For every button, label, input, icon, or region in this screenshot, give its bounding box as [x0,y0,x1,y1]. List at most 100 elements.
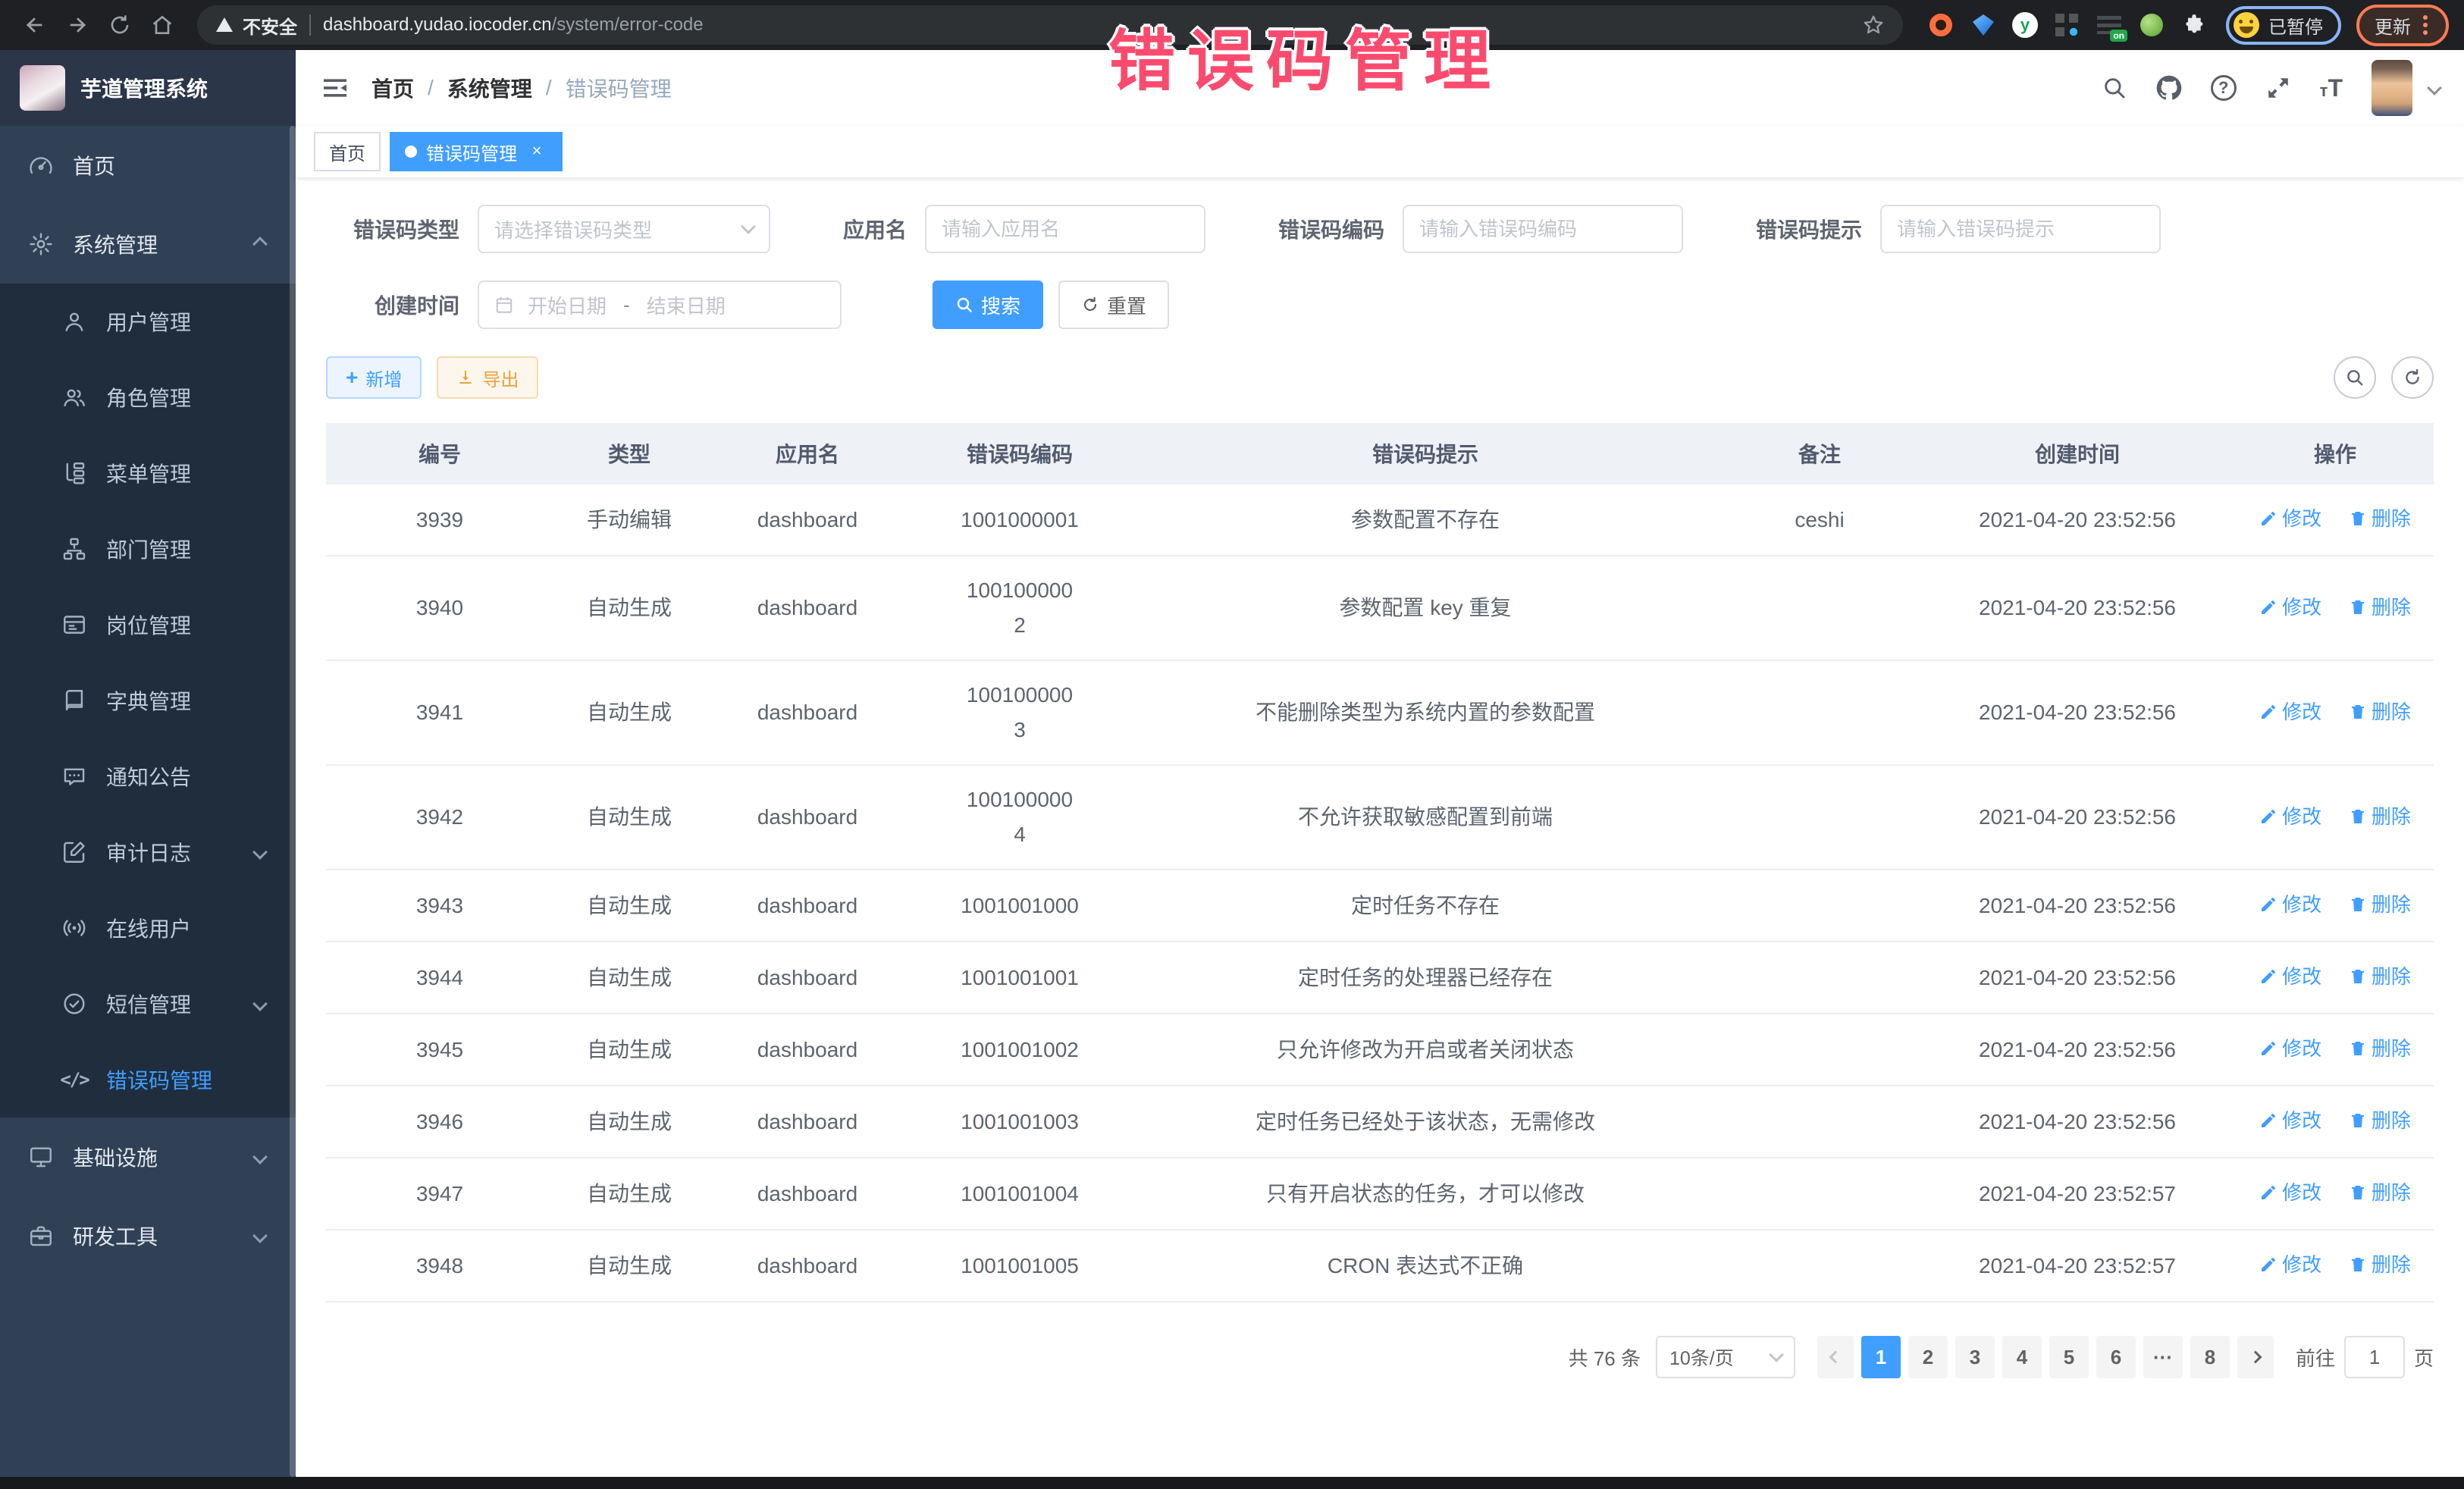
sidebar-item[interactable]: 短信管理 [0,966,296,1042]
reset-button[interactable]: 重置 [1058,281,1169,329]
page-button[interactable]: 1 [1861,1336,1901,1378]
extensions-area: y on [1927,11,2208,39]
delete-link[interactable]: 删除 [2349,590,2411,625]
sidebar-item[interactable]: 角色管理 [0,359,296,435]
edit-link[interactable]: 修改 [2259,590,2321,625]
delete-link[interactable]: 删除 [2349,501,2411,536]
puzzle-extensions-icon[interactable] [2180,11,2208,39]
edit-link[interactable]: 修改 [2259,799,2321,834]
breadcrumb-system[interactable]: 系统管理 [447,73,532,103]
sidebar-item[interactable]: 菜单管理 [0,435,296,511]
user-avatar[interactable] [2372,60,2412,116]
goto-page-input[interactable] [2344,1336,2405,1378]
sidebar-item[interactable]: 用户管理 [0,284,296,359]
adblock-extension-icon[interactable] [1927,11,1955,39]
sidebar-item[interactable]: 研发工具 [0,1196,296,1275]
delete-link[interactable]: 删除 [2349,1247,2411,1282]
refresh-table-button[interactable] [2391,356,2434,399]
delete-link[interactable]: 删除 [2349,1175,2411,1210]
create-time-label: 创建时间 [326,290,459,320]
sidebar-item[interactable]: 基础设施 [0,1118,296,1196]
col-time: 创建时间 [1918,423,2237,484]
sidebar-item[interactable]: 在线用户 [0,890,296,966]
security-chip[interactable]: 不安全 [215,12,297,39]
reload-icon[interactable] [100,5,140,45]
toolbox-icon [27,1222,55,1249]
delete-link[interactable]: 删除 [2349,1103,2411,1138]
header-search-icon[interactable] [2102,75,2127,101]
font-size-icon[interactable]: тT [2320,74,2343,102]
edit-icon [61,839,88,866]
page-button[interactable]: 3 [1955,1336,1995,1378]
cell-code: 1001001002 [910,1014,1130,1086]
edit-link[interactable]: 修改 [2259,1103,2321,1138]
delete-link[interactable]: 删除 [2349,694,2411,729]
url-bar[interactable]: 不安全 dashboard.yudao.iocoder.cn/system/er… [197,5,1903,45]
blocks-extension-icon[interactable] [2053,11,2080,39]
app-logo[interactable]: 芋道管理系统 [0,50,296,126]
page-button[interactable]: ··· [2143,1336,2183,1378]
edit-link[interactable]: 修改 [2259,1175,2321,1210]
breadcrumb-home[interactable]: 首页 [371,73,414,103]
home-icon[interactable] [143,5,182,45]
forward-icon[interactable] [58,5,97,45]
show-search-toggle-button[interactable] [2334,356,2376,399]
page-button[interactable]: 2 [1908,1336,1948,1378]
edit-link[interactable]: 修改 [2259,887,2321,922]
sidebar-item[interactable]: 首页 [0,126,296,205]
page-button[interactable]: 6 [2096,1336,2136,1378]
page-button[interactable]: 8 [2190,1336,2230,1378]
app-name-input[interactable] [942,218,1189,241]
delete-link[interactable]: 删除 [2349,959,2411,994]
delete-link[interactable]: 删除 [2349,799,2411,834]
error-type-select[interactable]: 请选择错误码类型 [478,205,770,253]
error-hint-input[interactable] [1897,218,2144,241]
tag[interactable]: 首页 × [314,132,381,171]
delete-link[interactable]: 删除 [2349,1031,2411,1066]
y-extension-icon[interactable]: y [2012,12,2038,38]
back-icon[interactable] [15,5,55,45]
key-extension-icon[interactable] [2138,11,2165,39]
chevron-down-icon[interactable] [2427,80,2442,96]
export-button[interactable]: 导出 [437,356,538,399]
sidebar-item[interactable]: </> 错误码管理 [0,1042,296,1118]
page-button[interactable]: 4 [2002,1336,2042,1378]
next-page-button[interactable] [2237,1336,2274,1378]
prev-page-button[interactable] [1817,1336,1854,1378]
edit-link[interactable]: 修改 [2259,1247,2321,1282]
sidebar-item[interactable]: 部门管理 [0,511,296,587]
gem-extension-icon[interactable] [1970,11,1997,39]
cell-memo [1721,1158,1918,1230]
sidebar-item[interactable]: 通知公告 [0,738,296,814]
delete-link[interactable]: 删除 [2349,887,2411,922]
error-code-input[interactable] [1419,218,1666,241]
sidebar-item[interactable]: 系统管理 [0,205,296,284]
github-icon[interactable] [2156,75,2182,101]
list-extension-icon[interactable]: on [2096,11,2123,39]
cell-memo: ceshi [1721,484,1918,556]
message-icon [61,763,88,790]
search-button[interactable]: 搜索 [933,281,1043,329]
edit-link[interactable]: 修改 [2259,1031,2321,1066]
date-range-picker[interactable]: 开始日期 - 结束日期 [478,281,842,329]
page-size-select[interactable]: 10条/页 [1656,1336,1795,1378]
sidebar-item[interactable]: 审计日志 [0,814,296,890]
kebab-menu-icon[interactable] [2423,23,2428,27]
page-button[interactable]: 5 [2049,1336,2089,1378]
add-button[interactable]: + 新增 [326,356,422,399]
sidebar-toggle-icon[interactable] [320,73,350,103]
tag[interactable]: 错误码管理 × [390,132,563,171]
edit-link[interactable]: 修改 [2259,694,2321,729]
bookmark-star-icon[interactable] [1862,14,1885,36]
close-icon[interactable]: × [526,141,547,162]
sidebar-item[interactable]: 字典管理 [0,663,296,738]
fullscreen-icon[interactable] [2265,75,2291,101]
sidebar-item[interactable]: 岗位管理 [0,587,296,663]
help-icon[interactable]: ? [2211,75,2237,101]
edit-link[interactable]: 修改 [2259,501,2321,536]
browser-update-button[interactable]: 更新 [2356,5,2449,46]
sidebar-scrollbar[interactable] [290,126,296,1477]
cell-time: 2021-04-20 23:52:56 [1918,870,2237,942]
browser-profile-chip[interactable]: 已暂停 [2226,6,2341,45]
edit-link[interactable]: 修改 [2259,959,2321,994]
